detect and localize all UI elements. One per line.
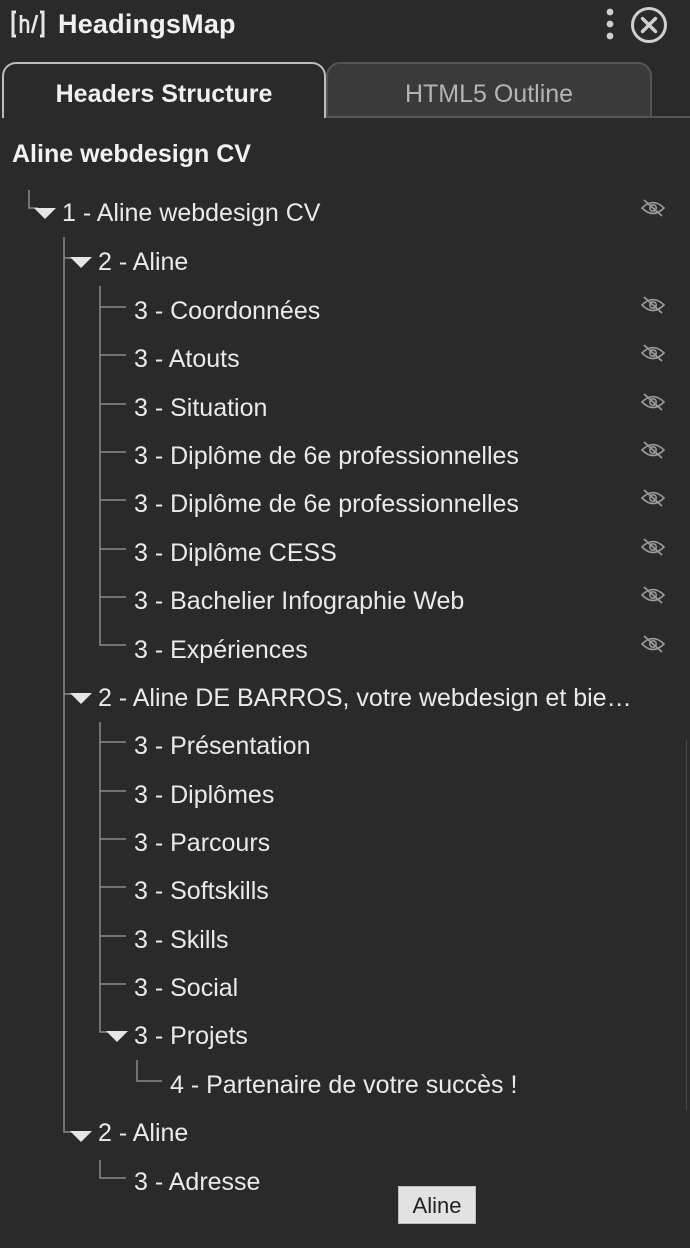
eye-slash-icon[interactable] — [640, 295, 666, 315]
tree-node-h3[interactable]: 3 - Projets — [134, 1020, 248, 1052]
collapse-arrow-icon[interactable] — [70, 1131, 92, 1142]
eye-slash-icon[interactable] — [640, 343, 666, 363]
tree-node-h3[interactable]: 3 - Adresse — [134, 1166, 260, 1198]
tree-node-h3[interactable]: 3 - Bachelier Infographie Web — [134, 585, 464, 617]
collapse-arrow-icon[interactable] — [70, 257, 92, 268]
tree-node-h1[interactable]: 1 - Aline webdesign CV — [62, 197, 320, 229]
eye-slash-icon[interactable] — [640, 537, 666, 557]
eye-slash-icon[interactable] — [640, 634, 666, 654]
eye-slash-icon[interactable] — [640, 585, 666, 605]
tree-node-h3[interactable]: 3 - Diplôme de 6e professionnelles — [134, 488, 519, 520]
tree-node-h3[interactable]: 3 - Atouts — [134, 343, 240, 375]
eye-slash-icon[interactable] — [640, 392, 666, 412]
tree-connector-lines — [28, 190, 162, 1179]
tree-node-h2[interactable]: 2 - Aline DE BARROS, votre webdesign et … — [98, 682, 632, 714]
headingsmap-panel: HeadingsMap Headers Structure HTML5 Outl… — [0, 0, 690, 1248]
tree-node-h3[interactable]: 3 - Skills — [134, 924, 228, 956]
tree-node-h3[interactable]: 3 - Diplômes — [134, 779, 274, 811]
scrollbar-track[interactable] — [686, 740, 687, 1110]
eye-slash-icon[interactable] — [640, 488, 666, 508]
tree-node-h3[interactable]: 3 - Social — [134, 972, 238, 1004]
tree-node-h3[interactable]: 3 - Diplôme de 6e professionnelles — [134, 440, 519, 472]
hover-tooltip: Aline — [398, 1186, 476, 1224]
collapse-arrow-icon[interactable] — [70, 693, 92, 704]
eye-slash-icon[interactable] — [640, 198, 666, 218]
tree-node-h3[interactable]: 3 - Situation — [134, 392, 267, 424]
tree-node-h3[interactable]: 3 - Coordonnées — [134, 295, 320, 327]
tree-node-h3[interactable]: 3 - Parcours — [134, 827, 270, 859]
tree-node-h2[interactable]: 2 - Aline — [98, 1117, 188, 1149]
collapse-arrow-icon[interactable] — [106, 1031, 128, 1042]
tree-node-h4[interactable]: 4 - Partenaire de votre succès ! — [170, 1069, 517, 1101]
tab-headers-structure[interactable]: Headers Structure — [2, 62, 326, 118]
tree-node-h3[interactable]: 3 - Diplôme CESS — [134, 537, 337, 569]
tree-node-h2[interactable]: 2 - Aline — [98, 246, 188, 278]
tree-node-h3[interactable]: 3 - Softskills — [134, 875, 269, 907]
tree-node-h3[interactable]: 3 - Présentation — [134, 730, 311, 762]
eye-slash-icon[interactable] — [640, 440, 666, 460]
collapse-arrow-icon[interactable] — [34, 208, 56, 219]
tree-node-h3[interactable]: 3 - Expériences — [134, 634, 308, 666]
